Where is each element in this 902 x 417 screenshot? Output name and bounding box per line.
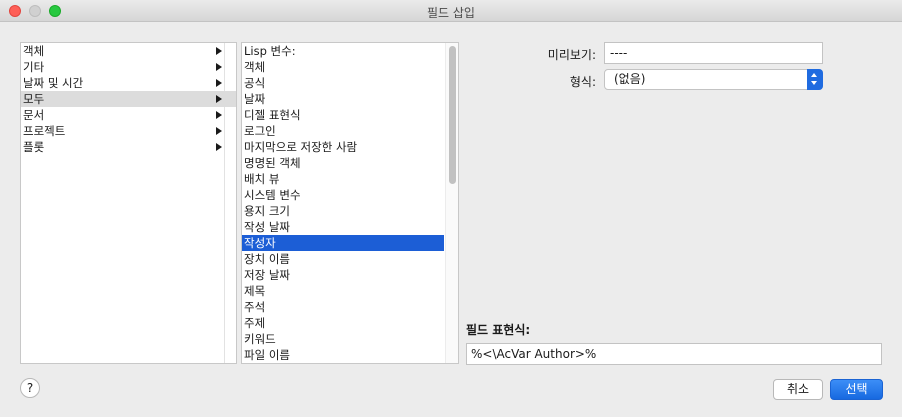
field-item[interactable]: 시스템 변수 xyxy=(242,187,444,203)
field-item[interactable]: Lisp 변수: xyxy=(242,43,444,59)
submenu-arrow-icon xyxy=(216,95,222,103)
field-item[interactable]: 저장 날짜 xyxy=(242,267,444,283)
category-item[interactable]: 기타 xyxy=(21,59,236,75)
field-category-list[interactable]: 객체기타날짜 및 시간모두문서프로젝트플롯 xyxy=(20,42,237,364)
field-item[interactable]: 마지막으로 저장한 사람 xyxy=(242,139,444,155)
chevron-down-icon xyxy=(811,81,817,85)
field-list-scroll-thumb[interactable] xyxy=(449,46,456,184)
submenu-arrow-icon xyxy=(216,111,222,119)
chevron-up-icon xyxy=(811,73,817,77)
field-item[interactable]: 제목 xyxy=(242,283,444,299)
field-item[interactable]: 장치 이름 xyxy=(242,251,444,267)
category-item[interactable]: 문서 xyxy=(21,107,236,123)
category-item-label: 프로젝트 xyxy=(23,124,66,138)
cancel-button[interactable]: 취소 xyxy=(773,379,823,400)
field-item[interactable]: 주제 xyxy=(242,315,444,331)
preview-field: ---- xyxy=(604,42,823,64)
format-label: 형식: xyxy=(569,75,596,89)
field-expression-label: 필드 표현식: xyxy=(466,323,531,337)
category-item-label: 객체 xyxy=(23,44,45,58)
title-bar: 필드 삽입 xyxy=(0,0,902,22)
field-item[interactable]: 객체 xyxy=(242,59,444,75)
field-item[interactable]: 배치 뷰 xyxy=(242,171,444,187)
field-item[interactable]: 디젤 표현식 xyxy=(242,107,444,123)
field-item[interactable]: 파일 이름 xyxy=(242,347,444,363)
field-item[interactable]: 날짜 xyxy=(242,91,444,107)
format-select-value: (없음) xyxy=(614,72,646,86)
category-item[interactable]: 모두 xyxy=(21,91,236,107)
category-item[interactable]: 객체 xyxy=(21,43,236,59)
submenu-arrow-icon xyxy=(216,63,222,71)
field-item[interactable]: 로그인 xyxy=(242,123,444,139)
submenu-arrow-icon xyxy=(216,143,222,151)
field-item[interactable]: 용지 크기 xyxy=(242,203,444,219)
select-button[interactable]: 선택 xyxy=(830,379,883,400)
category-item[interactable]: 프로젝트 xyxy=(21,123,236,139)
submenu-arrow-icon xyxy=(216,47,222,55)
insert-field-dialog: 필드 삽입 객체 기타 날짜 및 시간 모두 문서 프로젝트 플롯 Lisp 변수: 객체 공식… xyxy=(0,0,902,417)
category-item-label: 날짜 및 시간 xyxy=(23,76,84,90)
field-item[interactable]: 공식 xyxy=(242,75,444,91)
category-item[interactable]: 날짜 및 시간 xyxy=(21,75,236,91)
field-item[interactable]: 작성 날짜 xyxy=(242,219,444,235)
submenu-arrow-icon xyxy=(216,79,222,87)
select-stepper-icon xyxy=(807,69,823,90)
field-expression-field[interactable]: %<\AcVar Author>% xyxy=(466,343,882,365)
category-item-label: 문서 xyxy=(23,108,45,122)
category-item-label: 모두 xyxy=(23,92,45,106)
field-list-scrollbar[interactable] xyxy=(445,43,458,363)
category-item-label: 플롯 xyxy=(23,140,45,154)
help-button[interactable]: ? xyxy=(20,378,40,398)
category-item-label: 기타 xyxy=(23,60,45,74)
field-item[interactable]: 작성자 xyxy=(242,235,444,251)
format-select[interactable]: (없음) xyxy=(604,69,823,90)
field-item[interactable]: 키워드 xyxy=(242,331,444,347)
window-title: 필드 삽입 xyxy=(427,6,475,20)
field-item[interactable]: 명명된 객체 xyxy=(242,155,444,171)
submenu-arrow-icon xyxy=(216,127,222,135)
field-name-list[interactable]: Lisp 변수: 객체 공식 날짜 디젤 표현식 로그인 마지막으로 저장한 사람 명명된 객… xyxy=(241,42,459,364)
category-item[interactable]: 플롯 xyxy=(21,139,236,155)
field-item[interactable]: 주석 xyxy=(242,299,444,315)
preview-label: 미리보기: xyxy=(547,48,596,62)
